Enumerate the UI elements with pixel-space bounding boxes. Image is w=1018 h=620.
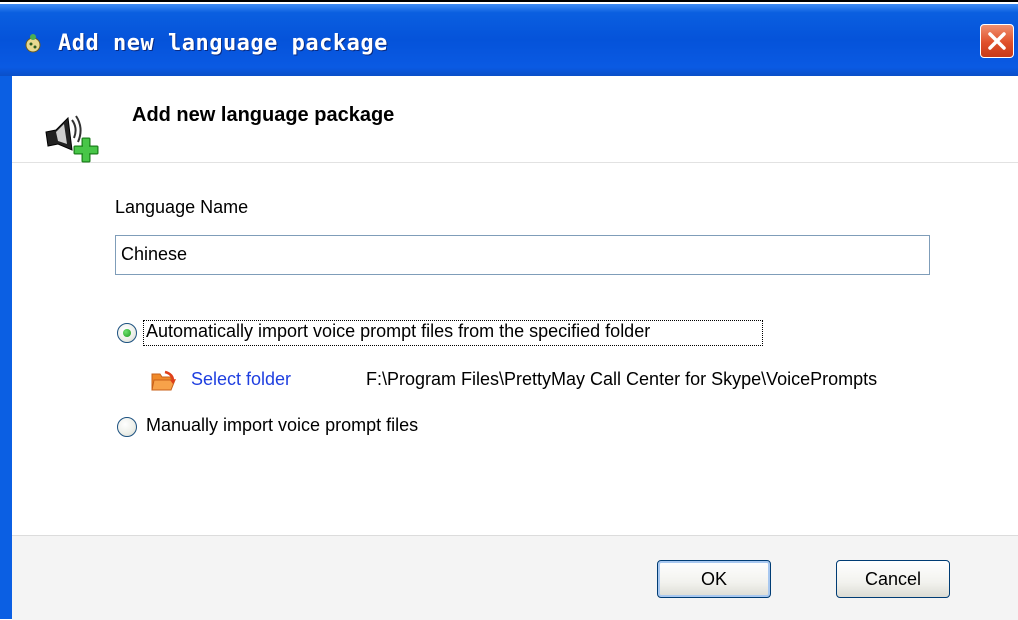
dialog-client-area: Add new language package Language Name C… (12, 76, 1018, 620)
select-folder-link[interactable]: Select folder (191, 369, 291, 390)
window-title: Add new language package (58, 31, 388, 56)
top-border-line (0, 0, 1018, 2)
cancel-button[interactable]: Cancel (836, 560, 950, 598)
speaker-add-icon (45, 115, 99, 163)
folder-icon (151, 370, 176, 391)
ok-button[interactable]: OK (657, 560, 771, 598)
folder-path-text: F:\Program Files\PrettyMay Call Center f… (366, 369, 878, 389)
close-icon (988, 32, 1006, 50)
language-name-label: Language Name (115, 197, 249, 217)
radio-auto-import-label: Automatically import voice prompt files … (146, 321, 651, 341)
header-title: Add new language package (132, 104, 395, 126)
radio-manual-import[interactable] (117, 417, 137, 437)
close-button[interactable] (980, 24, 1014, 58)
dialog-footer: OK Cancel (12, 535, 1018, 620)
language-name-field[interactable]: Chinese (115, 235, 930, 275)
radio-selected-dot (123, 329, 131, 337)
dialog-window: Add new language package Add new languag… (0, 4, 1018, 620)
title-bar[interactable]: Add new language package (0, 4, 1018, 76)
language-name-value: Chinese (121, 244, 188, 264)
radio-auto-import[interactable] (117, 323, 137, 343)
dialog-header: Add new language package (12, 76, 1018, 163)
dialog-body: Language Name Chinese Automatically impo… (12, 163, 1018, 535)
radio-manual-import-label: Manually import voice prompt files (146, 415, 419, 435)
app-icon (25, 34, 41, 53)
